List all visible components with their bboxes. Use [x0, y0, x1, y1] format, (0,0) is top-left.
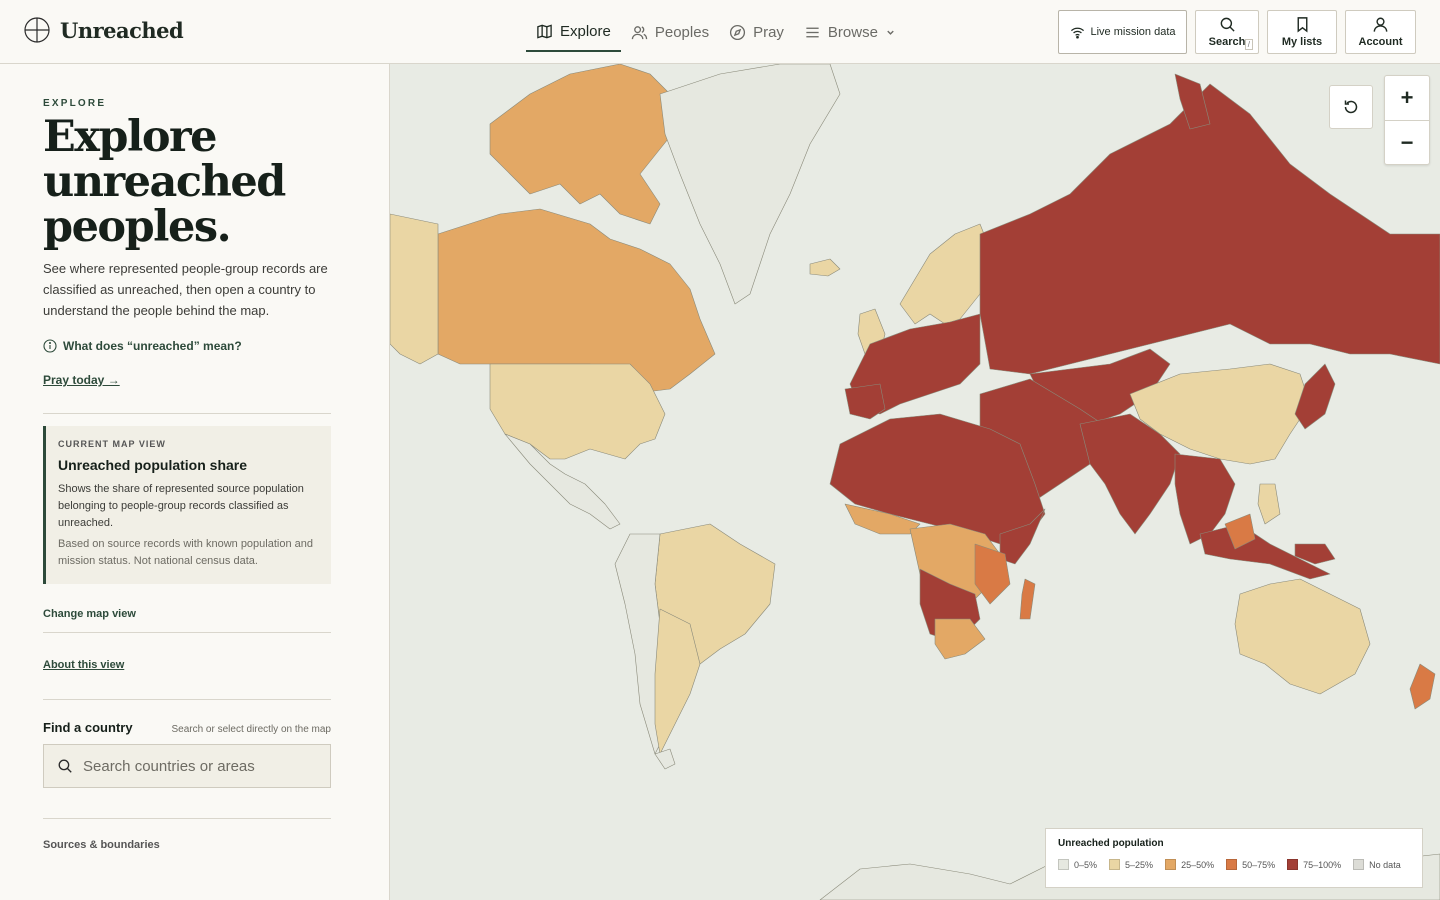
- region-philippines[interactable]: [1257, 483, 1281, 525]
- menu-icon: [806, 27, 819, 37]
- reset-icon: [1344, 100, 1358, 114]
- brand[interactable]: Unreached: [24, 17, 184, 43]
- country-search[interactable]: [43, 744, 331, 788]
- chevron-down-icon: [887, 30, 894, 35]
- find-country-hint: Search or select directly on the map: [171, 724, 331, 735]
- legend-swatch: [1165, 859, 1177, 870]
- my-lists-label: My lists: [1281, 36, 1323, 48]
- legend-label: 50–75%: [1242, 859, 1276, 870]
- region-japan[interactable]: [1294, 363, 1336, 430]
- nav-peoples[interactable]: Peoples: [621, 12, 719, 52]
- zoom-out-button[interactable]: −: [1385, 120, 1429, 164]
- people-icon: [631, 25, 648, 39]
- nav-pray[interactable]: Pray: [719, 12, 794, 52]
- current-map-view-card: CURRENT MAP VIEW Unreached population sh…: [43, 426, 331, 584]
- legend-swatch: [1353, 859, 1365, 870]
- about-view-link[interactable]: About this view: [43, 659, 124, 671]
- search-button[interactable]: Search /: [1195, 10, 1259, 54]
- map-legend: Unreached population 0–5% 5–25% 25–50% 5…: [1045, 828, 1423, 888]
- map-view-title: Unreached population share: [58, 457, 248, 473]
- pray-today-link[interactable]: Pray today →: [43, 373, 120, 387]
- legend-swatch: [1109, 859, 1121, 870]
- change-map-view-link[interactable]: Change map view: [43, 608, 330, 620]
- legend-item: 5–25%: [1109, 859, 1153, 870]
- legend-label: 25–50%: [1181, 859, 1215, 870]
- search-icon: [58, 759, 72, 773]
- find-country-header: Find a country Search or select directly…: [43, 720, 331, 735]
- wifi-icon: [1070, 27, 1084, 39]
- nav-explore[interactable]: Explore: [526, 12, 621, 52]
- legend-item: 0–5%: [1058, 859, 1097, 870]
- brand-name: Unreached: [60, 17, 184, 43]
- legend-swatch: [1287, 859, 1299, 870]
- world-map[interactable]: + − Unreached population 0–5% 5–25% 25–5…: [390, 64, 1440, 900]
- map-view-description: Shows the share of represented source po…: [58, 483, 304, 529]
- region-madagascar[interactable]: [1019, 578, 1036, 620]
- nav-browse-label: Browse: [827, 23, 878, 41]
- zoom-in-button[interactable]: +: [1385, 76, 1429, 120]
- divider: [43, 699, 331, 700]
- page-title: Explore unreached peoples.: [43, 112, 286, 252]
- legend-label: No data: [1369, 859, 1401, 870]
- zoom-controls: + −: [1384, 75, 1430, 165]
- account-label: Account: [1358, 36, 1403, 48]
- legend-title: Unreached population: [1058, 838, 1164, 849]
- region-scandinavia[interactable]: [899, 223, 991, 325]
- my-lists-button[interactable]: My lists: [1267, 10, 1337, 54]
- account-button[interactable]: Account: [1345, 10, 1416, 54]
- find-country-label: Find a country: [43, 720, 133, 735]
- bookmark-icon: [1297, 17, 1307, 33]
- region-alaska[interactable]: [390, 213, 439, 365]
- nav-explore-label: Explore: [560, 22, 611, 40]
- header-tools: Live mission data Search / My lists Acco…: [1058, 10, 1416, 54]
- what-unreached-label: What does “unreached” mean?: [63, 339, 242, 353]
- shortcut-hint: /: [1244, 39, 1253, 50]
- map-view-note: Based on source records with known popul…: [58, 538, 313, 567]
- user-icon: [1373, 17, 1388, 32]
- legend-item: 25–50%: [1165, 859, 1214, 870]
- region-australia[interactable]: [1234, 578, 1371, 695]
- nav-pray-label: Pray: [753, 23, 784, 41]
- legend-swatch: [1058, 859, 1069, 870]
- top-bar: Unreached Explore Peoples Pray Browse Li…: [0, 0, 1440, 64]
- nav-browse[interactable]: Browse: [794, 12, 906, 52]
- map-icon: [537, 23, 552, 39]
- legend-item: No data: [1353, 859, 1401, 870]
- nav-peoples-label: Peoples: [654, 23, 710, 41]
- region-iceland[interactable]: [809, 258, 841, 277]
- sources-boundaries-link[interactable]: Sources & boundaries: [43, 839, 330, 851]
- legend-item: 50–75%: [1226, 859, 1275, 870]
- legend-label: 0–5%: [1074, 859, 1098, 870]
- reset-view-button[interactable]: [1329, 85, 1373, 129]
- choropleth[interactable]: [390, 64, 1440, 900]
- sidebar: EXPLORE Explore unreached peoples. See w…: [0, 64, 390, 900]
- section-eyebrow: EXPLORE: [43, 98, 107, 109]
- divider: [43, 413, 331, 414]
- divider: [43, 818, 331, 819]
- region-new-zealand[interactable]: [1409, 663, 1436, 710]
- legend-label: 5–25%: [1125, 859, 1154, 870]
- map-view-eyebrow: CURRENT MAP VIEW: [58, 439, 166, 449]
- main-nav: Explore Peoples Pray Browse: [526, 12, 906, 54]
- legend-items: 0–5% 5–25% 25–50% 50–75% 75–100% No data: [1058, 859, 1410, 870]
- what-unreached-link[interactable]: What does “unreached” mean?: [43, 339, 330, 353]
- intro-text: See where represented people-group recor…: [43, 261, 328, 318]
- divider: [43, 632, 331, 633]
- info-icon: [43, 339, 57, 353]
- region-arctic-islands[interactable]: [489, 64, 681, 225]
- live-label: Live mission data: [1090, 26, 1176, 38]
- legend-swatch: [1226, 859, 1238, 870]
- compass-icon: [730, 24, 746, 40]
- legend-item: 75–100%: [1287, 859, 1341, 870]
- country-search-input[interactable]: [83, 757, 313, 775]
- search-label: Search: [1208, 36, 1246, 48]
- globe-icon: [24, 17, 50, 43]
- region-south-africa[interactable]: [934, 618, 986, 660]
- region-tierra-del-fuego[interactable]: [654, 748, 676, 770]
- search-icon: [1220, 17, 1235, 32]
- live-mission-data-button[interactable]: Live mission data: [1058, 10, 1187, 54]
- legend-label: 75–100%: [1303, 859, 1342, 870]
